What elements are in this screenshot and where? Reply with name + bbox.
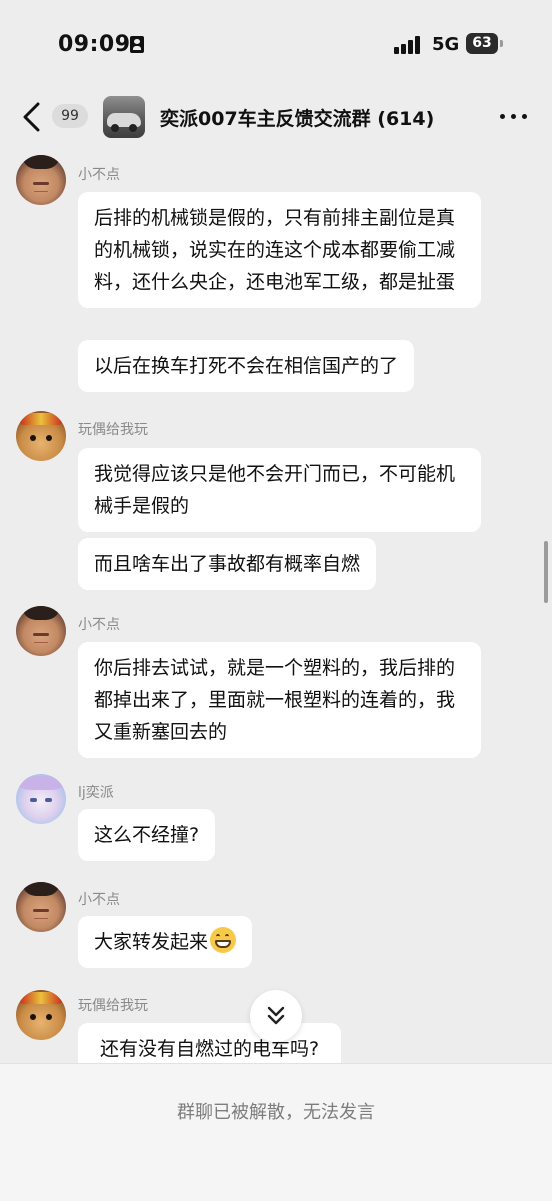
message-bubble[interactable]: 后排的机械锁是假的，只有前排主副位是真的机械锁，说实在的连这个成本都要偷工减料，…: [78, 192, 481, 308]
anime-avatar[interactable]: [16, 774, 66, 824]
bald-man-avatar[interactable]: [16, 606, 66, 656]
cat-avatar[interactable]: [16, 411, 66, 461]
message-bubble[interactable]: 还有没有自燃过的电车吗?: [78, 1023, 342, 1063]
sender-name: 小不点: [78, 617, 120, 633]
message-bubble-with-emoji[interactable]: 大家转发起来: [78, 916, 253, 968]
message-bubble[interactable]: 你后排去试试，就是一个塑料的，我后排的都掉出来了，里面就一根塑料的连着的，我又重…: [78, 642, 481, 758]
back-button[interactable]: [18, 98, 48, 136]
group-avatar[interactable]: [103, 96, 145, 138]
status-time: 09:09: [58, 32, 131, 57]
message-bubble[interactable]: 这么不经撞?: [78, 809, 216, 861]
battery-tip: [500, 40, 503, 47]
signal-icon: [394, 36, 424, 54]
grinning-face-emoji: [210, 927, 237, 953]
scrollbar-thumb[interactable]: [544, 541, 548, 603]
more-button[interactable]: [500, 114, 532, 122]
battery-icon: 63: [466, 33, 498, 54]
chat-message-list[interactable]: 小不点 后排的机械锁是假的，只有前排主副位是真的机械锁，说实在的连这个成本都要偷…: [0, 148, 552, 1063]
sender-name: lj奕派: [78, 785, 114, 801]
bald-man-avatar[interactable]: [16, 155, 66, 205]
message-bubble[interactable]: 我觉得应该只是他不会开门而已，不可能机械手是假的: [78, 448, 481, 532]
cat-avatar[interactable]: [16, 990, 66, 1040]
input-bar-disabled: 群聊已被解散，无法发言: [0, 1063, 552, 1201]
message-bubble[interactable]: 而且啥车出了事故都有概率自燃: [78, 538, 377, 590]
bald-man-avatar[interactable]: [16, 882, 66, 932]
message-text: 大家转发起来: [94, 931, 209, 953]
group-dissolved-notice: 群聊已被解散，无法发言: [177, 1102, 375, 1123]
status-bar: 09:09 5G 63: [0, 0, 552, 92]
sender-name: 玩偶给我玩: [78, 422, 148, 438]
double-chevron-down-icon: [267, 1006, 285, 1025]
sender-name: 玩偶给我玩: [78, 998, 148, 1014]
chevron-left-icon: [23, 102, 40, 132]
sender-name: 小不点: [78, 167, 120, 183]
group-title[interactable]: 奕派007车主反馈交流群 (614): [160, 104, 434, 131]
network-type: 5G: [432, 34, 460, 55]
chat-header: 99 奕派007车主反馈交流群 (614): [0, 92, 552, 142]
message-bubble[interactable]: 以后在换车打死不会在相信国产的了: [78, 340, 415, 392]
id-card-icon: [130, 36, 144, 53]
jump-to-latest-button[interactable]: [250, 990, 302, 1042]
sender-name: 小不点: [78, 892, 120, 908]
unread-count-badge[interactable]: 99: [52, 104, 88, 128]
